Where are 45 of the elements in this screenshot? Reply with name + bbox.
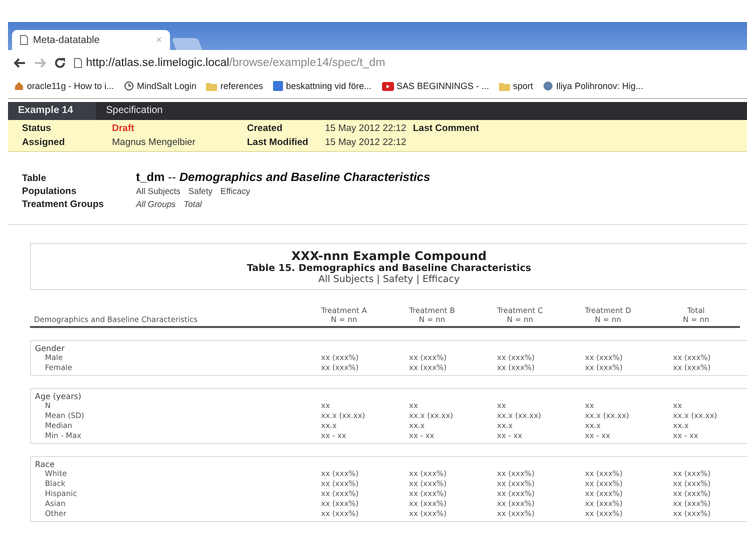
status-label: Status: [22, 123, 52, 134]
bookmark-item[interactable]: beskattning vid före...: [272, 81, 372, 91]
section-title: Gender: [35, 344, 66, 353]
treatment-groups-label: Treatment Groups: [22, 199, 105, 210]
report-subtitle: All Subjects | Safety | Efficacy: [318, 274, 460, 285]
back-icon[interactable]: [14, 58, 26, 68]
assigned-value: Magnus Mengelbier: [112, 137, 196, 148]
comment-label: Last Comment: [413, 123, 480, 134]
report-title: Table 15. Demographics and Baseline Characteristics: [246, 263, 532, 274]
bookmark-item[interactable]: sport: [499, 81, 534, 91]
reload-icon[interactable]: [54, 57, 66, 69]
address-bar[interactable]: http://atlas.se.limelogic.local/browse/example14/spec/t_dm: [74, 54, 741, 72]
population-link[interactable]: Safety: [188, 186, 213, 196]
populations-label: Populations: [22, 186, 78, 197]
bookmark-item[interactable]: SAS BEGINNINGS - ...: [382, 81, 490, 91]
table-title: t_dm -- Demographics and Baseline Characteristics: [136, 170, 432, 184]
table-label: Table: [22, 173, 48, 184]
folder-icon: [499, 82, 510, 90]
created-value: 15 May 2012 22:12: [325, 123, 408, 134]
page-icon: [74, 58, 82, 68]
section-title: Age (years): [35, 392, 82, 401]
url-text: http://atlas.se.limelogic.local/browse/example14/spec/t_dm: [86, 57, 386, 69]
play-icon: [382, 82, 394, 90]
population-link[interactable]: Efficacy: [220, 186, 250, 196]
folder-icon: [206, 82, 218, 90]
bookmark-item[interactable]: MindSalt Login: [124, 81, 196, 91]
modified-value: 15 May 2012 22:12: [325, 137, 408, 148]
bookmark-item[interactable]: oracle11g - How to i...: [14, 81, 114, 91]
modified-label: Last Modified: [247, 137, 310, 148]
created-label: Created: [247, 123, 284, 134]
status-value: Draft: [112, 123, 136, 134]
treatment-group-link[interactable]: Total: [184, 199, 202, 209]
bookmark-item[interactable]: Iliya Polihronov: Hig...: [543, 81, 644, 91]
nav-tab[interactable]: Example 14: [8, 102, 96, 120]
bookmark-item[interactable]: references: [206, 81, 263, 91]
bookmark-icon: [14, 81, 24, 91]
browser-tab[interactable]: Meta-datatable ×: [12, 30, 170, 50]
population-link[interactable]: All Subjects: [136, 186, 180, 196]
treatment-group-link[interactable]: All Groups: [136, 199, 176, 209]
nav-tab[interactable]: Specification: [96, 102, 175, 120]
compound-title: XXX-nnn Example Compound: [291, 249, 487, 263]
clock-icon: [124, 81, 134, 91]
assigned-label: Assigned: [22, 137, 66, 148]
page-icon: [20, 35, 28, 45]
section-title: Race: [35, 460, 56, 469]
